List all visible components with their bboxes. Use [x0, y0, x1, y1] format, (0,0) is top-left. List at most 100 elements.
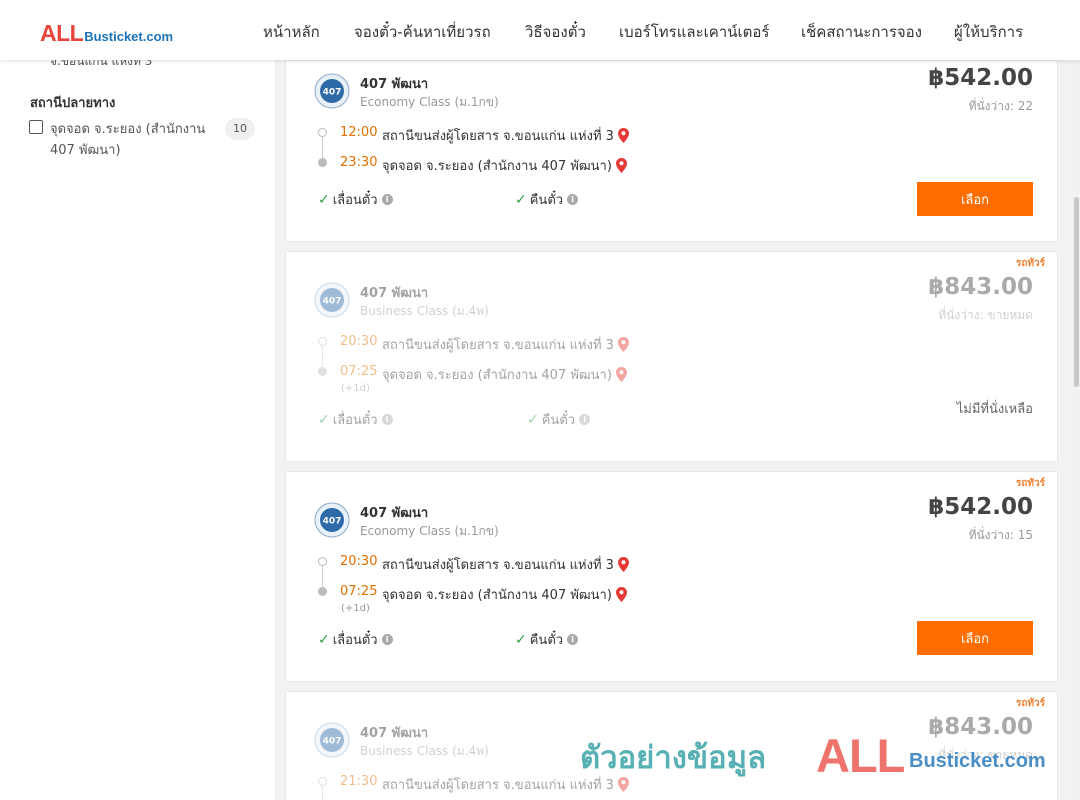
seats-available: ที่นั่งว่าง: ขายหมด — [938, 748, 1033, 762]
svg-text:407: 407 — [323, 737, 342, 747]
scrollbar-thumb[interactable] — [1074, 197, 1079, 387]
arrive-time: 23:30 — [340, 155, 378, 170]
select-trip-button[interactable]: เลือก — [917, 182, 1033, 216]
depart-stop: สถานีขนส่งผู้โดยสาร จ.ขอนแก่น แห่งที่ 3 — [382, 774, 629, 795]
depart-stop: สถานีขนส่งผู้โดยสาร จ.ขอนแก่น แห่งที่ 3 — [382, 125, 629, 146]
feature-refund-ticket: ✓ คืนตั๋ว i — [527, 409, 591, 430]
bus-type-tag: รถทัวร์ — [1015, 698, 1045, 709]
map-pin-icon[interactable] — [617, 337, 629, 352]
site-logo[interactable]: ALL Busticket.com — [40, 20, 173, 47]
map-pin-icon[interactable] — [615, 367, 627, 382]
feature-change-ticket: ✓ เลื่อนตั๋ว i — [318, 629, 393, 650]
filter-sidebar: จ.ขอนแก่น แห่งที่ 3 สถานีปลายทาง จุดจอด … — [0, 54, 275, 800]
info-icon[interactable]: i — [381, 414, 393, 425]
info-icon[interactable]: i — [381, 634, 393, 645]
nav-home[interactable]: หน้าหลัก — [263, 20, 320, 44]
feature-change-ticket: ✓ เลื่อนตั๋ว i — [318, 409, 393, 430]
operator-name: 407 พัฒนา — [360, 77, 429, 92]
operator-name: 407 พัฒนา — [360, 506, 429, 521]
operator-logo-icon: 407 — [314, 722, 350, 758]
trip-card: รถทัวร์ 407 407 พัฒนา Business Class (ม.… — [285, 251, 1058, 462]
feature-change-ticket: ✓ เลื่อนตั๋ว i — [318, 189, 393, 210]
seats-available: ที่นั่งว่าง: ขายหมด — [938, 308, 1033, 322]
timeline-arrive-dot — [318, 158, 327, 167]
operator-name: 407 พัฒนา — [360, 726, 429, 741]
check-icon: ✓ — [318, 191, 330, 208]
trip-card: 407 407 พัฒนา Economy Class (ม.1กข) ฿542… — [285, 60, 1058, 242]
timeline-depart-dot — [318, 337, 327, 346]
map-pin-icon[interactable] — [615, 158, 627, 173]
map-pin-icon[interactable] — [617, 128, 629, 143]
svg-text:407: 407 — [323, 88, 342, 98]
logo-busticket-text: Busticket.com — [84, 29, 174, 44]
svg-text:407: 407 — [323, 297, 342, 307]
trip-card: รถทัวร์ 407 407 พัฒนา Economy Class (ม.1… — [285, 471, 1058, 682]
bus-class: Business Class (ม.4พ) — [360, 304, 489, 318]
depart-stop: สถานีขนส่งผู้โดยสาร จ.ขอนแก่น แห่งที่ 3 — [382, 334, 629, 355]
depart-stop: สถานีขนส่งผู้โดยสาร จ.ขอนแก่น แห่งที่ 3 — [382, 554, 629, 575]
check-icon: ✓ — [515, 631, 527, 648]
nav-operators[interactable]: ผู้ให้บริการ — [954, 20, 1023, 44]
destination-checkbox[interactable] — [29, 120, 43, 134]
check-icon: ✓ — [527, 411, 539, 428]
fare-price: ฿542.00 — [928, 65, 1033, 91]
check-icon: ✓ — [318, 631, 330, 648]
seats-available: ที่นั่งว่าง: 22 — [968, 99, 1033, 113]
sold-out-note: ไม่มีที่นั่งเหลือ — [956, 402, 1033, 417]
nav-how-to-book[interactable]: วิธีจองตั๋ว — [525, 20, 586, 44]
next-day-indicator: (+1d) — [341, 603, 370, 614]
feature-refund-ticket: ✓ คืนตั๋ว i — [515, 189, 579, 210]
map-pin-icon[interactable] — [617, 557, 629, 572]
operator-logo-icon: 407 — [314, 502, 350, 538]
logo-all-text: ALL — [40, 20, 84, 46]
arrive-time: 07:25 — [340, 584, 378, 599]
nav-phone-counter[interactable]: เบอร์โทรและเคาน์เตอร์ — [619, 20, 769, 44]
info-icon[interactable]: i — [579, 414, 591, 425]
arrive-time: 07:25 — [340, 364, 378, 379]
check-icon: ✓ — [515, 191, 527, 208]
next-day-indicator: (+1d) — [341, 383, 370, 394]
timeline-arrive-dot — [318, 367, 327, 376]
select-trip-button[interactable]: เลือก — [917, 621, 1033, 655]
destination-filter-label[interactable]: จุดจอด จ.ระยอง (สำนักงาน 407 พัฒนา) — [50, 119, 220, 161]
trip-card: รถทัวร์ 407 407 พัฒนา Business Class (ม.… — [285, 691, 1058, 800]
bus-class: Economy Class (ม.1กข) — [360, 524, 499, 538]
timeline-depart-dot — [318, 128, 327, 137]
bus-type-tag: รถทัวร์ — [1015, 478, 1045, 489]
arrive-stop: จุดจอด จ.ระยอง (สำนักงาน 407 พัฒนา) — [382, 364, 627, 385]
map-pin-icon[interactable] — [615, 587, 627, 602]
nav-book-search[interactable]: จองตั๋ว-ค้นหาเที่ยวรถ — [354, 20, 491, 44]
check-icon: ✓ — [318, 411, 330, 428]
page-scrollbar[interactable] — [1073, 60, 1080, 800]
bus-type-tag: รถทัวร์ — [1015, 258, 1045, 269]
timeline-depart-dot — [318, 557, 327, 566]
depart-time: 20:30 — [340, 334, 378, 349]
arrive-stop: จุดจอด จ.ระยอง (สำนักงาน 407 พัฒนา) — [382, 584, 627, 605]
fare-price: ฿843.00 — [928, 274, 1033, 300]
fare-price: ฿542.00 — [928, 494, 1033, 520]
bus-class: Business Class (ม.4พ) — [360, 744, 489, 758]
depart-time: 12:00 — [340, 125, 378, 140]
operator-logo-icon: 407 — [314, 73, 350, 109]
nav-check-status[interactable]: เช็คสถานะการจอง — [801, 20, 922, 44]
timeline-depart-dot — [318, 777, 327, 786]
depart-time: 21:30 — [340, 774, 378, 789]
info-icon[interactable]: i — [567, 194, 579, 205]
depart-time: 20:30 — [340, 554, 378, 569]
map-pin-icon[interactable] — [617, 777, 629, 792]
operator-name: 407 พัฒนา — [360, 286, 429, 301]
top-header: ALL Busticket.com หน้าหลัก จองตั๋ว-ค้นหา… — [0, 0, 1080, 60]
timeline-arrive-dot — [318, 587, 327, 596]
svg-text:407: 407 — [323, 517, 342, 527]
fare-price: ฿843.00 — [928, 714, 1033, 740]
info-icon[interactable]: i — [381, 194, 393, 205]
timeline-line — [322, 786, 323, 800]
destination-filter-count: 10 — [225, 118, 255, 140]
bus-class: Economy Class (ม.1กข) — [360, 95, 499, 109]
operator-logo-icon: 407 — [314, 282, 350, 318]
feature-refund-ticket: ✓ คืนตั๋ว i — [515, 629, 579, 650]
arrive-stop: จุดจอด จ.ระยอง (สำนักงาน 407 พัฒนา) — [382, 155, 627, 176]
info-icon[interactable]: i — [567, 634, 579, 645]
seats-available: ที่นั่งว่าง: 15 — [968, 528, 1033, 542]
destination-filter-title: สถานีปลายทาง — [30, 96, 116, 111]
